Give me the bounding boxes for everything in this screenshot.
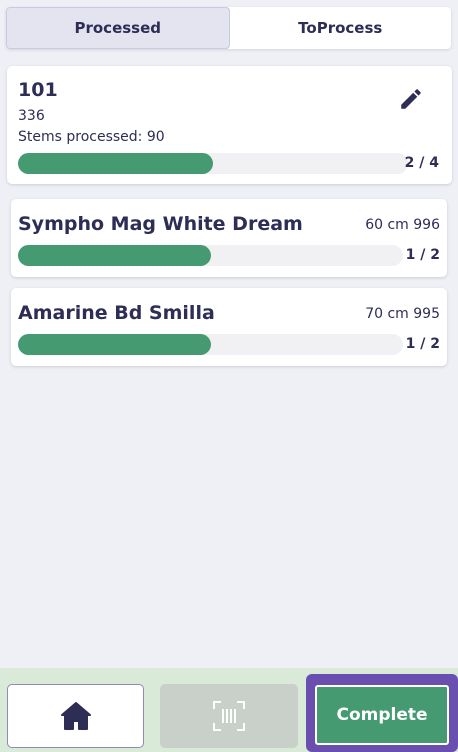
complete-focus-ring: Complete	[306, 674, 458, 752]
list-item[interactable]: Amarine Bd Smilla 70 cm 995 1 / 2	[11, 288, 447, 366]
item-name: Sympho Mag White Dream	[18, 213, 303, 235]
summary-progress-bar	[18, 153, 408, 174]
item-progress-fill	[18, 334, 211, 355]
summary-progress-fill	[18, 153, 213, 174]
order-summary-card: 101 336 Stems processed: 90 2 / 4	[7, 66, 452, 184]
home-button[interactable]	[7, 684, 144, 748]
summary-progress-count: 2 / 4	[404, 155, 439, 171]
tab-processed[interactable]: Processed	[6, 7, 230, 49]
item-meta: 70 cm 995	[365, 306, 440, 322]
tab-bar: Processed ToProcess	[6, 7, 451, 49]
tab-toprocess[interactable]: ToProcess	[230, 7, 452, 49]
scan-button[interactable]	[160, 684, 298, 748]
complete-button[interactable]: Complete	[315, 685, 449, 745]
pencil-icon[interactable]	[398, 86, 424, 112]
barcode-scan-icon	[213, 701, 245, 731]
order-subcode: 336	[18, 108, 45, 124]
item-progress-count: 1 / 2	[405, 247, 440, 263]
item-progress-fill	[18, 245, 211, 266]
home-icon	[60, 702, 91, 730]
item-progress-bar	[18, 334, 403, 355]
item-meta: 60 cm 996	[365, 217, 440, 233]
stems-processed-label: Stems processed: 90	[18, 129, 165, 145]
bottom-action-bar: Complete	[0, 668, 458, 752]
item-name: Amarine Bd Smilla	[18, 302, 215, 324]
list-item[interactable]: Sympho Mag White Dream 60 cm 996 1 / 2	[11, 199, 447, 277]
item-progress-bar	[18, 245, 403, 266]
item-progress-count: 1 / 2	[405, 336, 440, 352]
order-code: 101	[18, 79, 58, 101]
